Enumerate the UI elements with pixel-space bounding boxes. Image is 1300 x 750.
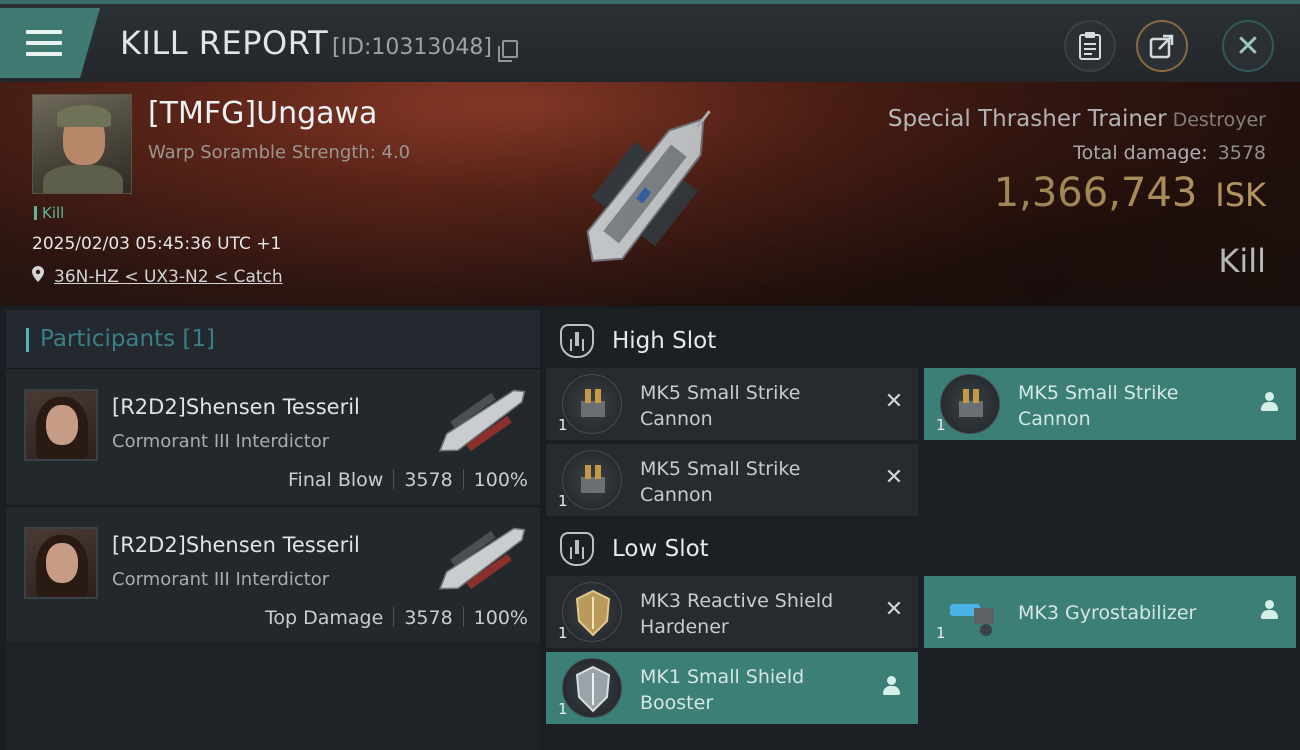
- dropped-person-icon: [882, 676, 900, 696]
- module-item[interactable]: 1 MK3 Reactive Shield Hardener ✕: [546, 576, 918, 648]
- participant-percent: 100%: [473, 607, 528, 629]
- participant-damage: 3578: [404, 469, 453, 491]
- high-slot-header: High Slot: [546, 312, 1300, 368]
- participant-row[interactable]: [R2D2]Shensen Tesseril Cormorant III Int…: [6, 368, 540, 504]
- copy-icon[interactable]: [498, 40, 518, 62]
- module-name: MK1 Small Shield Booster: [640, 666, 805, 714]
- module-name: MK5 Small Strike Cannon: [640, 458, 801, 506]
- isk-value: 1,366,743 ISK: [994, 170, 1266, 216]
- share-icon: [1149, 34, 1174, 59]
- cannon-icon: [940, 374, 1000, 434]
- kill-tag: Kill: [34, 204, 64, 222]
- share-button[interactable]: [1136, 20, 1188, 72]
- participant-ship-image: [438, 389, 526, 452]
- participant-ship: Cormorant III Interdictor: [112, 569, 330, 590]
- fitting-panel: High Slot 1 MK5 Small Strike Cannon ✕ 1 …: [546, 310, 1300, 750]
- participant-damage: 3578: [404, 607, 453, 629]
- ship-class: Destroyer: [1172, 109, 1266, 131]
- module-qty: 1: [936, 624, 946, 642]
- participant-name: [R2D2]Shensen Tesseril: [112, 533, 360, 557]
- participant-stats: Top Damage 3578 100%: [265, 607, 528, 629]
- report-id: [ID:10313048]: [332, 35, 492, 60]
- total-damage-label: Total damage:: [1073, 142, 1208, 164]
- total-damage: Total damage: 3578: [1073, 142, 1266, 164]
- module-item[interactable]: 1 MK5 Small Strike Cannon ✕: [546, 444, 918, 516]
- participant-stats: Final Blow 3578 100%: [288, 469, 528, 491]
- close-button[interactable]: ✕: [1222, 20, 1274, 72]
- participants-panel: Participants [1] [R2D2]Shensen Tesseril …: [6, 310, 540, 750]
- participant-role: Top Damage: [265, 607, 384, 629]
- high-slot-label: High Slot: [612, 328, 717, 354]
- low-slot-label: Low Slot: [612, 536, 709, 562]
- participant-name: [R2D2]Shensen Tesseril: [112, 395, 360, 419]
- participant-ship-image: [438, 527, 526, 590]
- module-name: MK3 Reactive Shield Hardener: [640, 590, 834, 638]
- low-slot-icon: [560, 532, 594, 566]
- cannon-icon: [562, 374, 622, 434]
- menu-button[interactable]: [0, 8, 100, 78]
- close-icon: ✕: [1235, 28, 1261, 64]
- shield-booster-icon: [562, 658, 622, 718]
- dropped-person-icon: [1260, 392, 1278, 412]
- kill-result: Kill: [1218, 242, 1266, 280]
- module-qty: 1: [558, 416, 568, 434]
- module-name: MK3 Gyrostabilizer: [1018, 602, 1197, 624]
- page-title: KILL REPORT: [120, 24, 329, 62]
- participant-avatar[interactable]: [24, 389, 98, 461]
- location-link[interactable]: 36N-HZ < UX3-N2 < Catch: [54, 267, 283, 287]
- isk-amount: 1,366,743: [993, 170, 1198, 216]
- destroyed-x-icon: ✕: [884, 389, 904, 414]
- participants-title: Participants [1]: [40, 326, 215, 352]
- location-pin-icon: [32, 266, 44, 282]
- ship-name-text[interactable]: Special Thrasher Trainer: [888, 106, 1167, 132]
- participant-percent: 100%: [473, 469, 528, 491]
- victim-name[interactable]: [TMFG]Ungawa: [148, 96, 377, 131]
- warp-scramble-strength: Warp Soramble Strength: 4.0: [148, 142, 411, 163]
- total-damage-value: 3578: [1217, 142, 1266, 164]
- dropped-person-icon: [1260, 600, 1278, 620]
- participant-role: Final Blow: [288, 469, 384, 491]
- clipboard-button[interactable]: [1064, 20, 1116, 72]
- module-item[interactable]: 1 MK5 Small Strike Cannon ✕: [546, 368, 918, 440]
- victim-avatar[interactable]: [32, 94, 132, 194]
- kill-datetime: 2025/02/03 05:45:36 UTC +1: [32, 234, 282, 254]
- module-item[interactable]: 1 MK3 Gyrostabilizer: [924, 576, 1296, 648]
- victim-ship-name: Special Thrasher Trainer Destroyer: [888, 106, 1266, 132]
- module-item[interactable]: 1 MK5 Small Strike Cannon: [924, 368, 1296, 440]
- clipboard-icon: [1079, 32, 1101, 60]
- module-qty: 1: [558, 492, 568, 510]
- victim-ship-image: [586, 110, 711, 262]
- participant-row[interactable]: [R2D2]Shensen Tesseril Cormorant III Int…: [6, 506, 540, 642]
- participant-ship: Cormorant III Interdictor: [112, 431, 330, 452]
- module-name: MK5 Small Strike Cannon: [1018, 382, 1179, 430]
- low-slot-header: Low Slot: [546, 520, 1300, 576]
- isk-unit: ISK: [1215, 176, 1266, 214]
- participants-header: Participants [1]: [6, 310, 540, 368]
- header-bar: KILL REPORT [ID:10313048] ✕: [0, 0, 1300, 82]
- shield-hardener-icon: [562, 582, 622, 642]
- victim-panel: [TMFG]Ungawa Warp Soramble Strength: 4.0…: [0, 82, 1300, 306]
- high-slot-icon: [560, 324, 594, 358]
- module-qty: 1: [558, 700, 568, 718]
- module-item[interactable]: 1 MK1 Small Shield Booster: [546, 652, 918, 724]
- module-name: MK5 Small Strike Cannon: [640, 382, 801, 430]
- participant-avatar[interactable]: [24, 527, 98, 599]
- module-qty: 1: [558, 624, 568, 642]
- cannon-icon: [562, 450, 622, 510]
- module-qty: 1: [936, 416, 946, 434]
- destroyed-x-icon: ✕: [884, 465, 904, 490]
- gyrostabilizer-icon: [940, 582, 1000, 642]
- destroyed-x-icon: ✕: [884, 597, 904, 622]
- hamburger-menu-icon: [26, 30, 62, 56]
